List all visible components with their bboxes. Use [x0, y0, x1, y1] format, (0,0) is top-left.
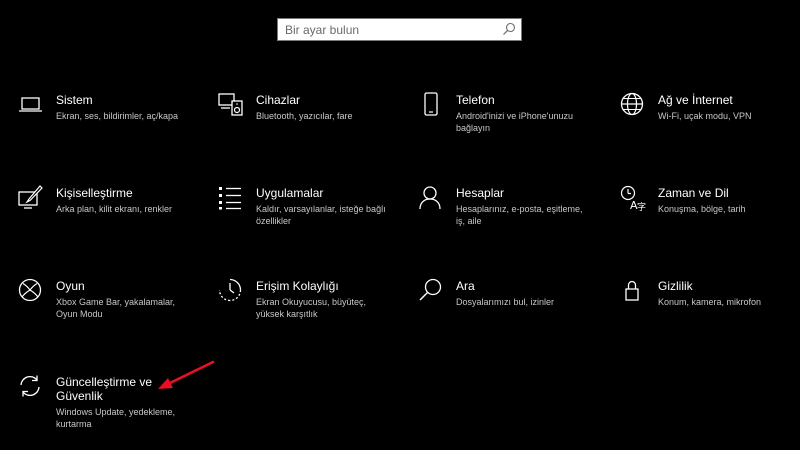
tile-title: Ara — [456, 279, 475, 293]
tile-title: Hesaplar — [456, 186, 505, 200]
tile-update-security[interactable]: Güncelleştirme ve Güvenlik Windows Updat… — [18, 374, 203, 450]
tile-phone[interactable]: Telefon Android'inizi ve iPhone'unuzu ba… — [418, 92, 603, 172]
tile-system[interactable]: Sistem Ekran, ses, bildirimler, aç/kapa — [18, 92, 203, 172]
tile-title: Oyun — [56, 279, 85, 293]
tile-time-language[interactable]: A字 Zaman ve Dil Konuşma, bölge, tarih — [620, 185, 800, 265]
tile-description: Arka plan, kilit ekranı, renkler — [56, 204, 173, 214]
language-icon: A字 — [620, 185, 646, 211]
tile-personalization[interactable]: Kişiselleştirme Arka plan, kilit ekranı,… — [18, 185, 203, 265]
tile-description: Hesaplarınız, e-posta, eşitleme, iş, ail… — [456, 204, 583, 226]
tile-description: Bluetooth, yazıcılar, fare — [256, 111, 353, 121]
tile-apps[interactable]: Uygulamalar Kaldır, varsayılanlar, isteğ… — [218, 185, 403, 265]
search-icon — [418, 278, 444, 304]
svg-text:字: 字 — [637, 201, 646, 211]
tile-description: Ekran, ses, bildirimler, aç/kapa — [56, 111, 179, 121]
search-box[interactable] — [277, 18, 522, 41]
laptop-icon — [18, 92, 44, 118]
tile-title: Kişiselleştirme — [56, 186, 133, 200]
tile-devices[interactable]: Cihazlar Bluetooth, yazıcılar, fare — [218, 92, 403, 172]
tile-description: Windows Update, yedekleme, kurtarma — [56, 407, 176, 429]
tile-title: Telefon — [456, 93, 495, 107]
tile-ease-of-access[interactable]: Erişim Kolaylığı Ekran Okuyucusu, büyüte… — [218, 278, 403, 358]
tile-description: Dosyalarımızı bul, izinler — [456, 297, 555, 307]
tile-description: Konum, kamera, mikrofon — [658, 297, 762, 307]
lock-icon — [620, 278, 646, 304]
tile-title: Güncelleştirme ve Güvenlik — [56, 375, 153, 403]
search-input[interactable] — [278, 19, 496, 40]
accessibility-icon — [218, 278, 244, 304]
tile-title: Gizlilik — [658, 279, 693, 293]
tile-description: Wi-Fi, uçak modu, VPN — [658, 111, 752, 121]
tile-description: Android'inizi ve iPhone'unuzu bağlayın — [456, 111, 574, 133]
tile-accounts[interactable]: Hesaplar Hesaplarınız, e-posta, eşitleme… — [418, 185, 603, 265]
person-icon — [418, 185, 444, 211]
tile-title: Zaman ve Dil — [658, 186, 729, 200]
tile-title: Ağ ve İnternet — [658, 93, 733, 107]
globe-icon — [620, 92, 646, 118]
xbox-icon — [18, 278, 44, 304]
phone-icon — [418, 92, 444, 118]
tile-description: Kaldır, varsayılanlar, isteğe bağlı özel… — [256, 204, 386, 226]
tile-search[interactable]: Ara Dosyalarımızı bul, izinler — [418, 278, 603, 358]
tile-title: Cihazlar — [256, 93, 301, 107]
tile-gaming[interactable]: Oyun Xbox Game Bar, yakalamalar, Oyun Mo… — [18, 278, 203, 358]
tile-title: Uygulamalar — [256, 186, 324, 200]
tile-description: Ekran Okuyucusu, büyüteç, yüksek karşıtl… — [256, 297, 367, 319]
tile-description: Xbox Game Bar, yakalamalar, Oyun Modu — [56, 297, 176, 319]
settings-home: Sistem Ekran, ses, bildirimler, aç/kapa … — [0, 0, 800, 450]
tile-title: Sistem — [56, 93, 93, 107]
apps-list-icon — [218, 185, 244, 211]
devices-icon — [218, 92, 244, 118]
tile-network[interactable]: Ağ ve İnternet Wi-Fi, uçak modu, VPN — [620, 92, 800, 172]
personalization-icon — [18, 185, 44, 211]
search-icon[interactable] — [502, 22, 516, 36]
tile-description: Konuşma, bölge, tarih — [658, 204, 746, 214]
tile-privacy[interactable]: Gizlilik Konum, kamera, mikrofon — [620, 278, 800, 358]
sync-icon — [18, 374, 44, 400]
tile-title: Erişim Kolaylığı — [256, 279, 339, 293]
